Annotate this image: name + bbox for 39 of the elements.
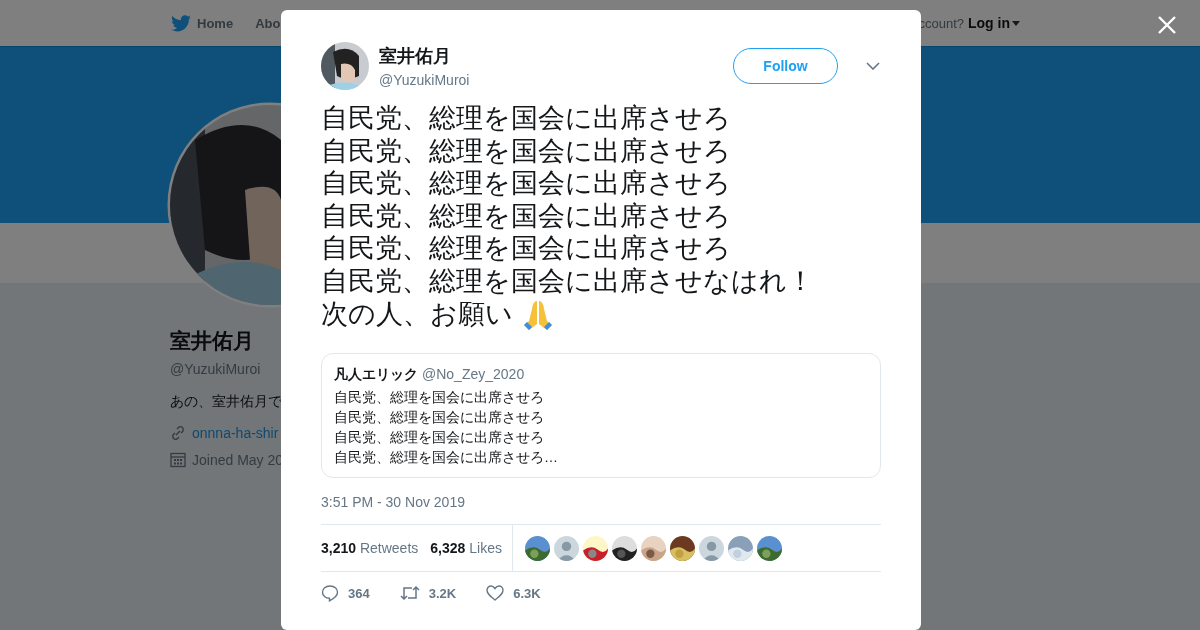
nav-link[interactable]: Home — [171, 14, 234, 32]
tweet-text: 自民党、総理を国会に出席させろ — [321, 167, 732, 200]
quoted-tweet-text: 自民党、総理を国会に出席させろ — [334, 428, 545, 447]
profile-handle: @YuzukiMuroi — [170, 361, 261, 377]
quoted-tweet-text: 自民党、総理を国会に出席させろ — [334, 408, 545, 427]
tweet-text: 次の人、お願い — [321, 297, 513, 331]
author-name[interactable]: 室井佑月 — [379, 44, 470, 68]
quoted-author-handle: @No_Zey_2020 — [422, 366, 525, 384]
tweet-text: 自民党、総理を国会に出席させろ — [321, 134, 732, 167]
reply-icon — [321, 584, 339, 602]
caret-icon — [1012, 20, 1020, 26]
tweet-text: 自民党、総理を国会に出席させろ — [321, 102, 732, 135]
retweet-icon — [399, 585, 420, 601]
close-icon[interactable] — [1158, 16, 1176, 34]
quoted-tweet[interactable]: 凡人エリック @No_Zey_2020 自民党、総理を国会に出席させろ 自民党、総理を国会に出席させろ 自民党、総理を国会に出席させろ 自民党、総理を国会に出席させろ… — [321, 353, 881, 478]
link-icon — [170, 425, 186, 441]
tweet-text: 自民党、総理を国会に出席させなはれ！ — [321, 264, 815, 297]
follow-button[interactable]: Follow — [733, 48, 838, 84]
calendar-icon — [170, 452, 186, 468]
reply-action[interactable]: 364 — [321, 584, 370, 602]
bird-icon — [171, 14, 191, 32]
tweet-text: 自民党、総理を国会に出席させろ — [321, 199, 732, 232]
author-handle[interactable]: @YuzukiMuroi — [379, 72, 470, 88]
like-action[interactable]: 6.3K — [486, 584, 541, 602]
quoted-tweet-text: 自民党、総理を国会に出席させろ — [334, 388, 545, 407]
profile-name: 室井佑月 — [170, 328, 254, 354]
quoted-tweet-text: 自民党、総理を国会に出席させろ… — [334, 448, 559, 467]
login-link[interactable]: Log in — [968, 15, 1010, 31]
stat-count[interactable]: 3,210 Retweets — [321, 540, 419, 556]
retweet-action[interactable]: 3.2K — [399, 584, 457, 602]
default-avatar-icon[interactable] — [553, 535, 579, 561]
chevron-down-icon[interactable] — [866, 62, 880, 70]
tweet-timestamp[interactable]: 3:51 PM - 30 Nov 2019 — [321, 494, 881, 510]
tweet-text: 自民党、総理を国会に出席させろ — [321, 232, 732, 265]
stat-count[interactable]: 6,328 Likes — [430, 540, 502, 556]
heart-icon — [486, 585, 505, 601]
nav-link[interactable]: Abo — [255, 15, 281, 31]
quoted-author-name: 凡人エリック — [334, 366, 418, 384]
profile-bio: あの、室井佑月で — [170, 393, 282, 411]
